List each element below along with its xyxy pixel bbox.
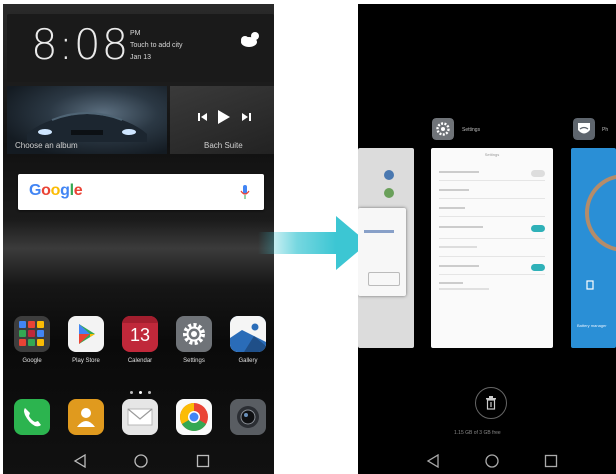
settings-panel-title: Settings (484, 152, 500, 157)
dock-chrome[interactable] (174, 399, 214, 435)
back-icon[interactable] (73, 454, 87, 468)
recent-apps-screen: Settings Settings Ph Battery manager 1.1… (358, 4, 616, 474)
google-logo: Google (29, 182, 83, 199)
home-icon[interactable] (485, 454, 499, 468)
app-play-store[interactable]: Play Store (66, 316, 106, 364)
music-controls: Bach Suite (170, 86, 274, 154)
calendar-day: 13 (129, 325, 151, 345)
dock-messages[interactable] (120, 399, 160, 435)
weather-hint[interactable]: Touch to add city (130, 40, 183, 52)
dock-contacts[interactable] (66, 399, 106, 435)
microphone-icon[interactable] (240, 184, 250, 200)
page-indicator (127, 381, 154, 399)
memory-status: 1.15 GB of 3 GB free (454, 430, 501, 436)
camera-icon (230, 399, 266, 435)
phone-manager-icon (573, 118, 595, 140)
google-folder-icon (14, 316, 50, 352)
card-title: Settings (462, 127, 481, 133)
card-title: Ph (602, 127, 609, 133)
dialog-preview (358, 208, 406, 296)
page-dot[interactable] (130, 391, 133, 394)
app-label: Google (22, 358, 42, 364)
messages-icon (122, 399, 158, 435)
album-art[interactable]: Choose an album (7, 86, 167, 154)
trash-icon (486, 396, 496, 410)
weather-widget[interactable]: 8:08 PM Touch to add city Jan 13 (7, 14, 274, 82)
navigation-bar (358, 450, 616, 474)
transition-arrow-icon (258, 216, 368, 270)
app-label: Calendar (127, 358, 153, 364)
phone-icon (14, 399, 50, 435)
calendar-icon: 13 (122, 316, 158, 352)
app-settings[interactable]: Settings (174, 316, 214, 364)
recent-card-settings[interactable]: Settings (431, 148, 553, 348)
app-label: Gallery (238, 358, 258, 364)
home-icon[interactable] (134, 454, 148, 468)
app-gallery[interactable]: Gallery (228, 316, 268, 364)
partly-cloudy-icon (241, 32, 259, 47)
app-calendar[interactable]: 13 Calendar (120, 316, 160, 364)
settings-icon (432, 118, 454, 140)
ampm: PM (130, 30, 141, 37)
app-label: Play Store (72, 358, 100, 364)
app-google[interactable]: Google (12, 316, 52, 364)
home-screen: 8:08 PM Touch to add city Jan 13 Choose … (3, 4, 274, 474)
clock: 8:08 (31, 20, 130, 69)
recents-icon[interactable] (196, 454, 210, 468)
contacts-icon (68, 399, 104, 435)
play-icon[interactable] (217, 109, 231, 125)
recent-card-phone-manager[interactable]: Battery manager (571, 148, 616, 348)
battery-label: Battery manager (577, 323, 607, 328)
page-dot[interactable] (148, 391, 151, 394)
dock-phone[interactable] (12, 399, 52, 435)
settings-gear-icon (176, 316, 212, 352)
next-icon[interactable] (241, 112, 251, 122)
song-title: Bach Suite (204, 141, 243, 150)
previous-icon[interactable] (198, 112, 208, 122)
gallery-icon (230, 316, 266, 352)
chrome-icon (176, 399, 212, 435)
battery-icon (586, 280, 594, 290)
toggle-on[interactable] (531, 264, 545, 271)
toggle-on[interactable] (531, 225, 545, 232)
google-search-bar[interactable]: Google (18, 174, 264, 210)
navigation-bar (3, 450, 274, 474)
app-label: Settings (183, 358, 205, 364)
page-dot-active[interactable] (139, 391, 142, 394)
clear-all-button[interactable] (475, 387, 507, 419)
album-label: Choose an album (15, 141, 78, 150)
toggle-off[interactable] (531, 170, 545, 177)
back-icon[interactable] (426, 454, 440, 468)
music-widget: Choose an album Bach Suite (7, 86, 274, 154)
recents-icon[interactable] (544, 454, 558, 468)
weather-info: PM Touch to add city Jan 13 (130, 28, 183, 64)
dock-camera[interactable] (228, 399, 268, 435)
play-store-icon (68, 316, 104, 352)
weather-date: Jan 13 (130, 54, 152, 61)
